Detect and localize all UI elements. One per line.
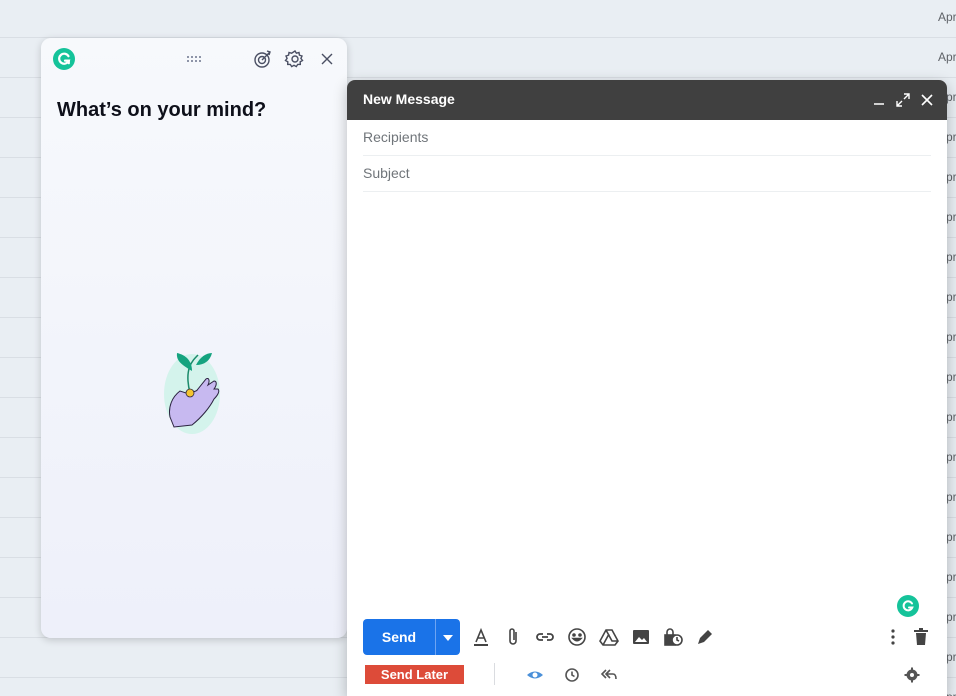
- confidential-icon[interactable]: [661, 625, 685, 649]
- recipients-field: [363, 120, 931, 156]
- grammarly-panel: What’s on your mind?: [41, 38, 347, 638]
- send-later-button[interactable]: Send Later: [365, 665, 464, 684]
- photo-icon[interactable]: [629, 625, 653, 649]
- subject-field: [363, 156, 931, 192]
- link-icon[interactable]: [533, 625, 557, 649]
- minimize-icon[interactable]: [869, 90, 889, 110]
- compose-window: New Message Send: [347, 80, 947, 696]
- send-options-button[interactable]: [436, 619, 460, 655]
- plant-hand-illustration: [162, 349, 228, 439]
- compose-header[interactable]: New Message: [347, 80, 947, 120]
- close-icon[interactable]: [917, 90, 937, 110]
- tracking-eye-icon[interactable]: [525, 665, 545, 685]
- goals-icon[interactable]: [251, 47, 275, 71]
- drive-icon[interactable]: [597, 625, 621, 649]
- compose-title: New Message: [363, 91, 455, 107]
- subject-input[interactable]: [363, 156, 931, 190]
- fullscreen-icon[interactable]: [893, 90, 913, 110]
- inbox-row-date: Apr: [938, 50, 956, 64]
- delete-icon[interactable]: [909, 625, 933, 649]
- grammarly-prompt-title: What’s on your mind?: [57, 99, 267, 121]
- inbox-row[interactable]: Apr: [0, 0, 956, 38]
- send-button-group: Send: [363, 619, 460, 655]
- reminder-clock-icon[interactable]: [562, 665, 582, 685]
- chevron-down-icon: [443, 628, 453, 646]
- grammarly-badge-icon[interactable]: [897, 595, 919, 617]
- message-body[interactable]: [363, 200, 931, 610]
- toolbar-divider: [494, 663, 495, 685]
- emoji-icon[interactable]: [565, 625, 589, 649]
- settings-icon[interactable]: [283, 47, 307, 71]
- more-options-icon[interactable]: [881, 625, 905, 649]
- send-button[interactable]: Send: [363, 619, 435, 655]
- inbox-row-date: Apr: [938, 10, 956, 24]
- recipients-input[interactable]: [363, 120, 931, 154]
- grammarly-logo-icon[interactable]: [52, 47, 76, 71]
- close-icon[interactable]: [315, 47, 339, 71]
- signature-icon[interactable]: [693, 625, 717, 649]
- attach-icon[interactable]: [501, 625, 525, 649]
- settings-icon[interactable]: [902, 665, 922, 685]
- formatting-icon[interactable]: [469, 625, 493, 649]
- reply-all-icon[interactable]: [599, 665, 619, 685]
- drag-handle-icon[interactable]: [185, 52, 203, 66]
